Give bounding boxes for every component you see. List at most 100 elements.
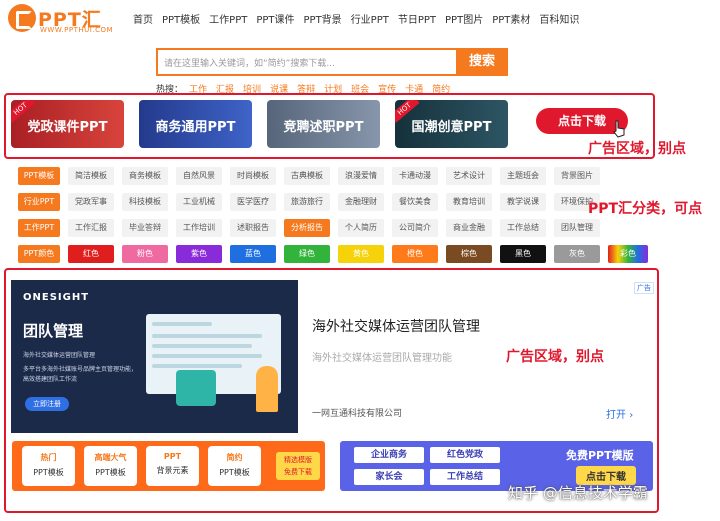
search-placeholder: 请在这里输入关键词，如“简约”搜索下载... bbox=[164, 59, 335, 69]
ad-image-title: 团队管理 bbox=[23, 322, 84, 340]
category-item[interactable]: 述职报告 bbox=[230, 219, 276, 237]
bottom-tile[interactable]: PPT 背景元素 bbox=[146, 446, 199, 486]
ad-open-link[interactable]: 打开 › bbox=[606, 406, 633, 421]
site-logo[interactable]: PPT汇 WWW.PPTHUI.COM bbox=[8, 4, 118, 34]
nav-item-courseware[interactable]: PPT课件 bbox=[256, 11, 294, 26]
category-item[interactable]: 旅游旅行 bbox=[284, 193, 330, 211]
search-input[interactable]: 请在这里输入关键词，如“简约”搜索下载... bbox=[156, 48, 456, 76]
bottom-tile[interactable]: 热门 PPT模板 bbox=[22, 446, 75, 486]
search-button[interactable]: 搜索 bbox=[456, 48, 508, 76]
category-item[interactable]: 公司简介 bbox=[392, 219, 438, 237]
color-swatch-gray[interactable]: 灰色 bbox=[554, 245, 600, 263]
category-item[interactable]: 自然风景 bbox=[176, 167, 222, 185]
ad-title[interactable]: 海外社交媒体运营团队管理 bbox=[312, 316, 480, 336]
color-swatch-black[interactable]: 黑色 bbox=[500, 245, 546, 263]
category-item[interactable]: 商务模板 bbox=[122, 167, 168, 185]
ad-subtitle: 海外社交媒体运营团队管理功能 bbox=[312, 353, 452, 364]
bottom-tile[interactable]: 简约 PPT模板 bbox=[208, 446, 261, 486]
color-swatch-green[interactable]: 绿色 bbox=[284, 245, 330, 263]
featured-line: 免费下载 bbox=[284, 468, 312, 476]
ad-image-line: 海外社交媒体运营团队管理 bbox=[23, 352, 96, 359]
nav-item-wiki[interactable]: 百科知识 bbox=[539, 11, 579, 26]
category-head[interactable]: 行业PPT bbox=[18, 193, 60, 211]
color-swatch-multicolor[interactable]: 彩色 bbox=[608, 245, 648, 263]
category-item[interactable]: 科技模板 bbox=[122, 193, 168, 211]
bottom-chip[interactable]: 红色党政 bbox=[430, 447, 500, 463]
banner-label: 商务通用PPT bbox=[155, 120, 236, 135]
banner-label: 党政课件PPT bbox=[27, 120, 108, 135]
category-item[interactable]: 医学医疗 bbox=[230, 193, 276, 211]
color-swatch-red[interactable]: 红色 bbox=[68, 245, 114, 263]
watermark: 知乎 @信息技术学霸 bbox=[508, 484, 648, 502]
category-item[interactable]: 工作汇报 bbox=[68, 219, 114, 237]
category-item[interactable]: 金融理财 bbox=[338, 193, 384, 211]
ad-illustration-person bbox=[256, 366, 278, 412]
ad-open-label: 打开 bbox=[606, 410, 626, 421]
banner-guochao[interactable]: HOT 国潮创意PPT bbox=[395, 100, 508, 148]
ad-register-button[interactable]: 立即注册 bbox=[25, 397, 69, 411]
category-item[interactable]: 工作总结 bbox=[500, 219, 546, 237]
nav-item-images[interactable]: PPT图片 bbox=[445, 11, 483, 26]
category-item[interactable]: 教学说课 bbox=[500, 193, 546, 211]
category-item-active[interactable]: 分析报告 bbox=[284, 219, 330, 237]
category-item[interactable]: 党政军事 bbox=[68, 193, 114, 211]
category-item[interactable]: 卡通动漫 bbox=[392, 167, 438, 185]
category-item[interactable]: 浪漫爱情 bbox=[338, 167, 384, 185]
bottom-chip[interactable]: 企业商务 bbox=[354, 447, 424, 463]
category-item[interactable]: 餐饮美食 bbox=[392, 193, 438, 211]
logo-url: WWW.PPTHUI.COM bbox=[40, 26, 114, 34]
nav-item-ppt-templates[interactable]: PPT模板 bbox=[162, 11, 200, 26]
bottom-tile[interactable]: 高端大气 PPT模板 bbox=[84, 446, 137, 486]
category-item[interactable]: 毕业答辩 bbox=[122, 219, 168, 237]
category-item[interactable]: 工业机械 bbox=[176, 193, 222, 211]
category-item[interactable]: 简洁模板 bbox=[68, 167, 114, 185]
nav-item-work-ppt[interactable]: 工作PPT bbox=[209, 11, 247, 26]
featured-free-download-button[interactable]: 精选模版 免费下载 bbox=[276, 452, 320, 480]
category-head[interactable]: PPT模板 bbox=[18, 167, 60, 185]
nav-item-backgrounds[interactable]: PPT背景 bbox=[304, 11, 342, 26]
bottom-chip[interactable]: 家长会 bbox=[354, 469, 424, 485]
featured-line: 精选模版 bbox=[284, 456, 312, 464]
ad-company: 一网互通科技有限公司 bbox=[312, 409, 403, 419]
nav-item-holiday[interactable]: 节日PPT bbox=[398, 11, 436, 26]
ad-image[interactable]: ONESIGHT 团队管理 海外社交媒体运营团队管理 多平台多海外社媒账号品牌主… bbox=[11, 280, 298, 433]
category-item[interactable]: 商业金融 bbox=[446, 219, 492, 237]
color-swatch-yellow[interactable]: 黄色 bbox=[338, 245, 384, 263]
tile-title: PPT bbox=[163, 452, 182, 461]
category-item[interactable]: 背景图片 bbox=[554, 167, 600, 185]
tile-sub: PPT模板 bbox=[95, 468, 126, 477]
nav-item-materials[interactable]: PPT素材 bbox=[492, 11, 530, 26]
nav-item-industry[interactable]: 行业PPT bbox=[351, 11, 389, 26]
banner-business[interactable]: 商务通用PPT bbox=[139, 100, 252, 148]
category-item[interactable]: 个人简历 bbox=[338, 219, 384, 237]
logo-mark-icon bbox=[8, 4, 36, 32]
ad-image-line: 多平台多海外社媒账号品牌主页管理功能， bbox=[23, 366, 138, 373]
bottom-chip[interactable]: 工作总结 bbox=[430, 469, 500, 485]
category-row-work: 工作PPT 工作汇报 毕业答辩 工作培训 述职报告 分析报告 个人简历 公司简介… bbox=[18, 219, 608, 237]
banner-party-courseware[interactable]: HOT 党政课件PPT bbox=[11, 100, 124, 148]
category-item[interactable]: 团队管理 bbox=[554, 219, 600, 237]
category-item[interactable]: 主题班会 bbox=[500, 167, 546, 185]
category-item[interactable]: 艺术设计 bbox=[446, 167, 492, 185]
color-swatch-blue[interactable]: 蓝色 bbox=[230, 245, 276, 263]
banner-competition[interactable]: 竞聘述职PPT bbox=[267, 100, 380, 148]
color-swatch-purple[interactable]: 紫色 bbox=[176, 245, 222, 263]
color-swatch-pink[interactable]: 粉色 bbox=[122, 245, 168, 263]
color-swatch-orange[interactable]: 橙色 bbox=[392, 245, 438, 263]
category-item[interactable]: 教育培训 bbox=[446, 193, 492, 211]
category-item[interactable]: 时尚模板 bbox=[230, 167, 276, 185]
category-row-colors: PPT颜色 红色 粉色 紫色 蓝色 绿色 黄色 橙色 棕色 黑色 灰色 彩色 bbox=[18, 245, 656, 263]
annotation-categories: PPT汇分类，可点 bbox=[588, 201, 703, 217]
bottom-banner-left[interactable]: 热门 PPT模板 高端大气 PPT模板 PPT 背景元素 简约 PPT模板 精选… bbox=[12, 441, 325, 491]
chevron-right-icon: › bbox=[629, 410, 634, 421]
category-row-templates: PPT模板 简洁模板 商务模板 自然风景 时尚模板 古典模板 浪漫爱情 卡通动漫… bbox=[18, 167, 608, 185]
category-item[interactable]: 工作培训 bbox=[176, 219, 222, 237]
color-swatch-brown[interactable]: 棕色 bbox=[446, 245, 492, 263]
annotation-ad-main: 广告区域，别点 bbox=[506, 349, 604, 365]
annotation-ad-top: 广告区域，别点 bbox=[588, 141, 686, 157]
category-item[interactable]: 古典模板 bbox=[284, 167, 330, 185]
category-head[interactable]: 工作PPT bbox=[18, 219, 60, 237]
nav-item-home[interactable]: 首页 bbox=[133, 11, 153, 26]
ad-image-line: 高效搭建团队工作流 bbox=[23, 376, 78, 383]
category-head[interactable]: PPT颜色 bbox=[18, 245, 60, 263]
